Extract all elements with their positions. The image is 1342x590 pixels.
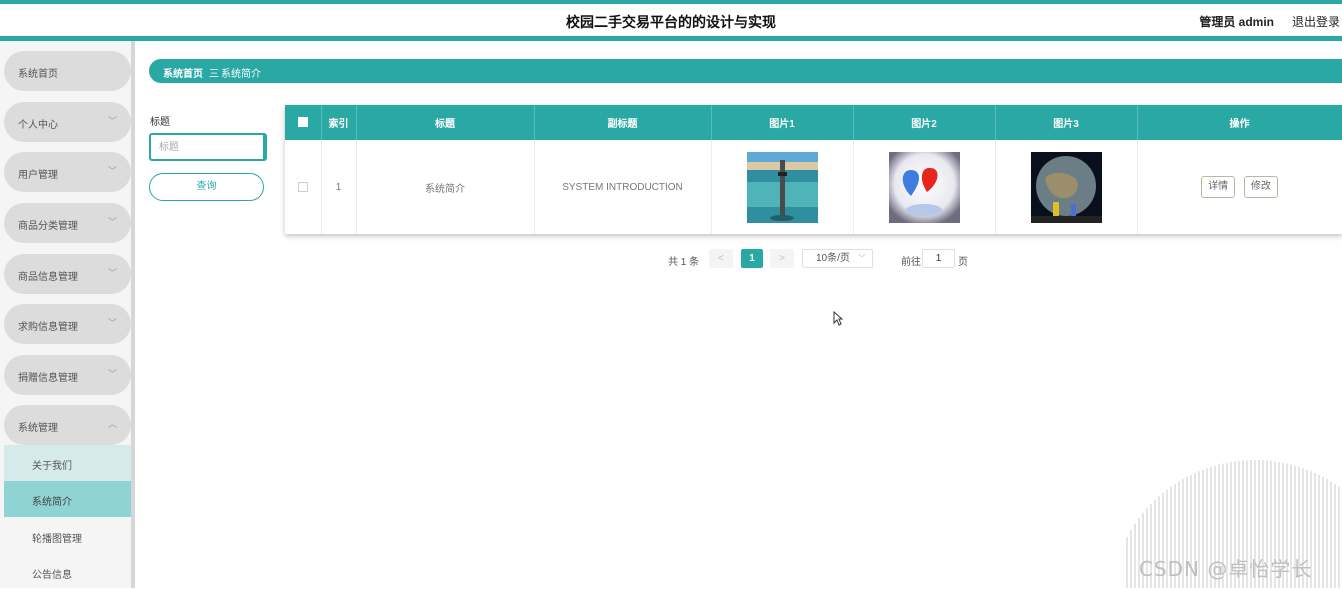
sidebar-item-label: 系统管理: [18, 423, 58, 434]
breadcrumb: 系统首页 三 系统简介: [149, 59, 1342, 83]
logout-link[interactable]: 退出登录: [1292, 13, 1340, 30]
sidebar-item-label: 系统首页: [18, 69, 58, 80]
column-header-pic1: 图片1: [711, 105, 854, 140]
sidebar-subitem-label: 关于我们: [32, 461, 72, 472]
checkbox-icon: [297, 117, 308, 128]
checkbox-icon: [297, 181, 308, 192]
chevron-down-icon: ﹀: [107, 116, 117, 126]
sidebar-item-donation-management[interactable]: 捐赠信息管理 ﹀: [4, 355, 131, 395]
sidebar-item-label: 用户管理: [18, 170, 58, 181]
pagination-goto-input[interactable]: 1: [922, 249, 955, 268]
table-header-row: 索引 标题 副标题 图片1 图片2 图片3 操作: [285, 105, 1342, 140]
pagination-page-button[interactable]: 1: [741, 249, 763, 268]
sidebar-item-label: 个人中心: [18, 120, 58, 131]
sidebar-subitem-about[interactable]: 关于我们: [4, 445, 131, 481]
column-header-title: 标题: [356, 105, 535, 140]
sidebar-item-wanted-management[interactable]: 求购信息管理 ﹀: [4, 304, 131, 344]
pagination-page-suffix: 页: [958, 257, 968, 268]
lighthouse-sea-image: [746, 151, 818, 223]
sidebar-item-label: 商品分类管理: [18, 221, 78, 232]
pagination-goto-label: 前往: [901, 257, 921, 268]
column-header-subtitle: 副标题: [534, 105, 712, 140]
breadcrumb-current: 系统简介: [221, 69, 261, 80]
sidebar-item-category-management[interactable]: 商品分类管理 ﹀: [4, 203, 131, 243]
column-header-actions: 操作: [1137, 105, 1342, 140]
earth-couple-image: [1030, 151, 1102, 223]
sidebar-subitem-label: 轮播图管理: [32, 534, 82, 545]
sidebar-item-label: 求购信息管理: [18, 322, 78, 333]
cell-pic3: [995, 140, 1138, 234]
chevron-down-icon: ﹀: [107, 217, 117, 227]
chevron-down-icon: ﹀: [107, 166, 117, 176]
chevron-down-icon: ﹀: [858, 254, 866, 263]
cell-subtitle: SYSTEM INTRODUCTION: [534, 140, 712, 234]
watermark-text: CSDN @卓怡学长: [1139, 557, 1313, 581]
pagination-next-button[interactable]: >: [770, 249, 794, 268]
chevron-down-icon: ﹀: [107, 268, 117, 278]
sidebar-subitem-carousel[interactable]: 轮播图管理: [4, 518, 131, 554]
sidebar-subitem-label: 公告信息: [32, 570, 72, 581]
cell-actions: 详情 修改: [1137, 140, 1342, 234]
cell-pic2: [853, 140, 996, 234]
sidebar-item-label: 捐赠信息管理: [18, 373, 78, 384]
breadcrumb-home-link[interactable]: 系统首页: [163, 65, 203, 80]
pagination-prev-button[interactable]: <: [709, 249, 733, 268]
pagination-total: 共 1 条: [668, 257, 700, 268]
sidebar-scrollbar[interactable]: [131, 41, 135, 588]
cell-index: 1: [321, 140, 357, 234]
table-row: 1 系统简介 SYSTEM INTRODUCTION 详情 修改: [285, 140, 1342, 234]
app-header: 校园二手交易平台的的设计与实现 管理员 admin 退出登录: [0, 4, 1342, 36]
balloon-hearts-image: [888, 151, 960, 223]
sidebar-item-system-management[interactable]: 系统管理 ︿: [4, 405, 131, 445]
sidebar-item-home[interactable]: 系统首页: [4, 51, 131, 91]
sidebar-subitem-introduction[interactable]: 系统简介: [4, 481, 131, 517]
select-all-checkbox[interactable]: [285, 105, 322, 140]
chevron-down-icon: ﹀: [107, 369, 117, 379]
sidebar-subitem-label: 系统简介: [32, 497, 72, 508]
sidebar-item-personal-center[interactable]: 个人中心 ﹀: [4, 102, 131, 142]
sidebar-item-label: 商品信息管理: [18, 272, 78, 283]
column-header-pic3: 图片3: [995, 105, 1138, 140]
cell-title: 系统简介: [356, 140, 535, 234]
search-title-label: 标题: [150, 117, 170, 128]
data-table: 索引 标题 副标题 图片1 图片2 图片3 操作 1 系统简介 SYSTEM I…: [285, 105, 1342, 234]
breadcrumb-separator: 三: [209, 69, 219, 80]
app-title: 校园二手交易平台的的设计与实现: [566, 14, 776, 30]
sidebar-subitem-notice[interactable]: 公告信息: [4, 554, 131, 590]
chevron-down-icon: ﹀: [107, 318, 117, 328]
column-header-pic2: 图片2: [853, 105, 996, 140]
row-checkbox[interactable]: [285, 140, 322, 234]
header-bottom-stripe: [0, 36, 1342, 41]
sidebar-item-product-management[interactable]: 商品信息管理 ﹀: [4, 254, 131, 294]
chevron-up-icon: ︿: [107, 419, 117, 429]
mouse-cursor-icon: [833, 310, 844, 331]
detail-button[interactable]: 详情: [1201, 176, 1236, 198]
page-size-value: 10条/页: [816, 253, 850, 264]
search-title-input[interactable]: [149, 133, 267, 161]
edit-button[interactable]: 修改: [1243, 176, 1278, 198]
page-size-select[interactable]: 10条/页 ﹀: [802, 249, 873, 268]
current-user-label: 管理员 admin: [1199, 15, 1274, 29]
column-header-index: 索引: [321, 105, 357, 140]
query-button[interactable]: 查询: [149, 173, 264, 201]
sidebar-item-user-management[interactable]: 用户管理 ﹀: [4, 152, 131, 192]
cell-pic1: [711, 140, 854, 234]
